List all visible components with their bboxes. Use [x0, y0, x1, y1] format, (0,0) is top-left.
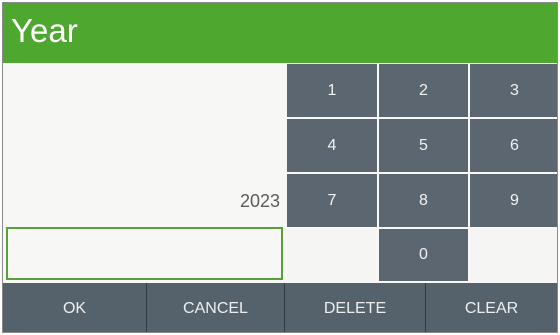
action-bar: OK CANCEL DELETE CLEAR: [3, 283, 557, 332]
key-9[interactable]: 9: [470, 174, 557, 227]
title-bar: Year: [3, 3, 557, 63]
key-7[interactable]: 7: [287, 174, 377, 227]
dialog-title: Year: [11, 12, 78, 49]
cancel-button[interactable]: CANCEL: [147, 283, 284, 332]
key-2[interactable]: 2: [379, 64, 468, 117]
clear-button[interactable]: CLEAR: [426, 283, 557, 332]
key-3[interactable]: 3: [470, 64, 557, 117]
year-entry-field[interactable]: [6, 227, 283, 280]
year-dialog: Year 2023 1 2 3 4 5 6 7 8 9 0 OK CANCEL …: [2, 2, 558, 333]
key-0[interactable]: 0: [379, 229, 468, 281]
value-display: 2023: [3, 63, 284, 226]
key-5[interactable]: 5: [379, 119, 468, 172]
key-1[interactable]: 1: [287, 64, 377, 117]
ok-button[interactable]: OK: [3, 283, 146, 332]
key-blank-left: [287, 229, 377, 281]
key-blank-right: [470, 229, 557, 281]
numeric-keypad: 1 2 3 4 5 6 7 8 9 0: [287, 64, 557, 281]
delete-button[interactable]: DELETE: [285, 283, 425, 332]
current-year-value: 2023: [239, 191, 280, 211]
key-4[interactable]: 4: [287, 119, 377, 172]
key-8[interactable]: 8: [379, 174, 468, 227]
key-6[interactable]: 6: [470, 119, 557, 172]
